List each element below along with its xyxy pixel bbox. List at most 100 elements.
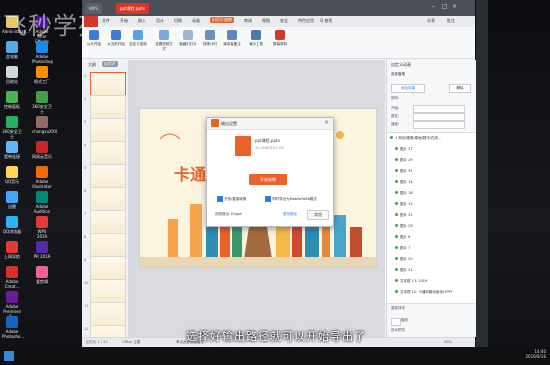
animation-item[interactable]: 1 网页/图像/原画/数字/在线... — [390, 136, 441, 141]
animation-item[interactable]: 文本框 12: 卡通风格动画设计PPT — [395, 290, 453, 295]
slide-thumbnail[interactable] — [90, 118, 126, 142]
desktop-icon[interactable]: WPS 2019 — [32, 216, 52, 239]
menu-view[interactable]: 视图 — [262, 18, 270, 24]
windows-start-icon[interactable] — [4, 351, 14, 361]
maximize-icon[interactable]: □ — [442, 3, 448, 10]
ribbon-presenter-tools[interactable]: 演示工具 — [246, 30, 266, 47]
ribbon-screen-record[interactable]: 屏幕录制 — [270, 30, 290, 47]
animation-item[interactable]: 图片 22 — [395, 213, 413, 218]
close-icon[interactable]: × — [452, 3, 457, 10]
menu-insert[interactable]: 插入 — [138, 18, 146, 24]
ribbon-rehearse[interactable]: 排练计时 — [200, 30, 220, 47]
desktop-icon[interactable]: chongxuXXX — [32, 116, 57, 134]
desktop-icon[interactable]: 格式工厂 — [32, 66, 52, 84]
tab-wps[interactable]: WPS — [85, 3, 102, 14]
wps-menu-button[interactable] — [84, 16, 98, 27]
play-preview-icon[interactable] — [391, 318, 401, 326]
menu-security[interactable]: 安全 — [280, 18, 288, 24]
desktop-icon[interactable]: 网易云音乐 — [32, 141, 52, 159]
desktop-icon[interactable]: 360安全卫士 — [32, 91, 52, 114]
ribbon-custom-show[interactable]: 自定义放映 — [128, 30, 148, 47]
desktop-icon[interactable]: 上网导航 — [2, 241, 22, 259]
ribbon-from-current[interactable]: 从当前开始 — [106, 30, 126, 47]
add-effect-button[interactable]: 添加效果 — [391, 84, 425, 93]
desktop-icon[interactable]: 回收站 — [2, 66, 22, 84]
animation-item[interactable]: 图片 7 — [395, 246, 410, 251]
menu-features[interactable]: 特色应用 — [298, 18, 314, 24]
slide-thumbnail[interactable] — [90, 164, 126, 188]
ribbon-setup-show[interactable]: 设置放映方式 — [154, 30, 174, 52]
play-button[interactable]: 播放 — [401, 318, 408, 323]
animation-item[interactable]: 文本框 13: 2019 — [395, 279, 427, 284]
tab-slides[interactable]: 幻灯片 — [102, 61, 118, 67]
slide-thumbnail[interactable] — [90, 256, 126, 280]
start-select[interactable] — [413, 105, 465, 113]
close-icon[interactable]: × — [324, 119, 329, 126]
tab-document[interactable]: ppt课程.pptx — [116, 3, 149, 14]
menu-design[interactable]: 设计 — [156, 18, 164, 24]
menu-animation[interactable]: 动画 — [192, 18, 200, 24]
desktop-icon[interactable]: 宽带连接 — [2, 141, 22, 159]
animation-item[interactable]: 图片 28 — [395, 224, 413, 229]
browse-button[interactable]: 浏览 — [307, 210, 329, 220]
desktop-icon[interactable]: 爱剪辑 — [32, 266, 52, 284]
slide-thumbnail[interactable] — [90, 279, 126, 303]
desktop-icon[interactable]: 360安全卫士 — [2, 116, 22, 139]
animation-item[interactable]: 图片 15 — [395, 202, 413, 207]
pane-title: 自定义动画 — [391, 62, 411, 67]
comment-button[interactable]: 批注 — [447, 18, 455, 24]
desktop-icon[interactable]: QQ浏览器 — [2, 216, 22, 234]
desktop-icon[interactable]: Adobe Photoshop — [32, 41, 53, 64]
menu-search[interactable]: Q 查找 — [320, 18, 332, 24]
change-path-link[interactable]: 更改路径 — [283, 212, 297, 217]
slide-thumbnail[interactable] — [90, 187, 126, 211]
ribbon-speaker-notes[interactable]: 演讲者备注 — [222, 30, 242, 47]
slide-thumbnail[interactable] — [90, 141, 126, 165]
desktop-icon[interactable]: Adobe Audition — [32, 191, 52, 214]
tab-outline[interactable]: 大纲 — [88, 62, 96, 68]
animation-item[interactable]: 图片 27 — [395, 147, 413, 152]
delete-effect-button[interactable]: 删除 — [449, 84, 471, 93]
desktop-icon[interactable]: 迅雷 — [2, 191, 22, 209]
slide-thumbnail[interactable] — [90, 210, 126, 234]
share-button[interactable]: 分享 — [427, 18, 435, 24]
desktop-icon[interactable]: Adobe Illustrator — [32, 166, 52, 189]
animation-item[interactable]: 图片 20 — [395, 257, 413, 262]
menu-transition[interactable]: 切换 — [174, 18, 182, 24]
desktop-icon-label: PR 2019 — [33, 254, 51, 259]
desktop-icon[interactable]: Adobe Photosho... — [2, 316, 24, 339]
animation-item[interactable]: 图片 14 — [395, 180, 413, 185]
ribbon-label: 排练计时 — [203, 42, 217, 46]
animation-item[interactable]: 图片 29 — [395, 158, 413, 163]
menu-file[interactable]: 文件 — [102, 18, 110, 24]
select-pane-link[interactable]: 选择窗格 — [391, 72, 405, 77]
zoom-level[interactable]: 40% — [444, 340, 452, 344]
slide-thumbnail[interactable] — [90, 302, 126, 326]
desktop-icon[interactable]: PR 2019 — [32, 241, 52, 259]
menu-home[interactable]: 开始 — [120, 18, 128, 24]
effect-icon — [395, 246, 398, 249]
animation-item[interactable]: 图片 31 — [395, 169, 413, 174]
option-mobile[interactable]: 同时导出为Mobile/Web格式 — [265, 196, 317, 202]
slide-thumbnail[interactable] — [90, 95, 126, 119]
ribbon-from-start[interactable]: 从头开始 — [84, 30, 104, 47]
desktop-icon[interactable]: 控制面板 — [2, 91, 22, 109]
slide-thumbnail[interactable] — [90, 72, 126, 96]
speed-select[interactable] — [413, 121, 465, 129]
property-select[interactable] — [413, 113, 465, 121]
menu-review[interactable]: 审阅 — [244, 18, 252, 24]
desktop-icon[interactable]: Adobe Creat... — [2, 266, 22, 289]
animation-item[interactable]: 图片 18 — [395, 191, 413, 196]
animation-item[interactable]: 图片 21 — [395, 268, 413, 273]
desktop-icon[interactable]: Adobe Premiere P... — [2, 291, 22, 319]
desktop-icon[interactable]: 此电脑 — [2, 41, 22, 59]
desktop-icon[interactable]: QQ音乐 — [2, 166, 22, 184]
slide-thumbnail[interactable] — [90, 233, 126, 257]
menu-slideshow[interactable]: 幻灯片放映 — [210, 17, 234, 23]
start-export-button[interactable]: 开始录制 — [249, 174, 287, 185]
animation-item[interactable]: 图片 6 — [395, 235, 410, 240]
auto-preview-checkbox[interactable]: 自动预览 — [391, 328, 405, 333]
ribbon-hide-slide[interactable]: 隐藏幻灯片 — [178, 30, 198, 47]
minimize-icon[interactable]: – — [432, 3, 435, 10]
option-direct[interactable]: 开放/直接转换 — [217, 196, 246, 202]
